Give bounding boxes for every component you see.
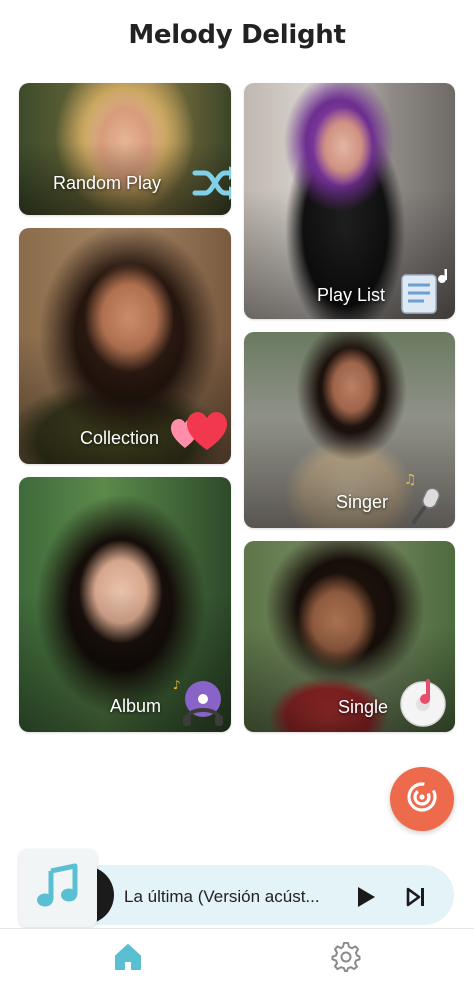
cd-headphones-icon: ♪ [171,675,227,732]
singer-label: Singer [336,492,389,512]
radar-icon [405,780,439,819]
play-button[interactable] [355,886,377,913]
nav-home-tab[interactable] [113,942,143,977]
app-title: Melody Delight [128,20,346,50]
playlist-doc-icon [398,269,452,319]
random-play-label: Random Play [53,173,162,193]
skip-next-icon [406,887,424,907]
radar-fab-button[interactable] [390,767,454,831]
microphone-icon: ♫ [404,470,446,528]
collection-card[interactable]: Collection [19,228,231,464]
album-label: Album [110,696,162,716]
bottom-nav [0,928,474,988]
svg-text:♪: ♪ [173,678,181,692]
singer-card[interactable]: Singer ♫ [244,332,455,528]
home-icon [115,944,141,970]
now-playing-artwork[interactable] [19,849,97,927]
gear-icon [331,941,361,973]
random-play-card[interactable]: Random Play [19,83,231,215]
nav-settings-tab[interactable] [331,941,361,977]
play-icon [358,887,375,907]
vinyl-disc-icon [398,677,448,732]
single-label: Single [338,697,389,717]
play-list-card[interactable]: Play List [244,83,455,319]
svg-text:♫: ♫ [404,472,417,488]
single-card[interactable]: Single [244,541,455,732]
play-list-label: Play List [317,285,386,305]
collection-label: Collection [80,428,160,448]
hearts-icon [171,410,227,457]
next-button[interactable] [405,886,427,913]
track-title[interactable]: La última (Versión acúst... [124,887,339,907]
music-note-icon [35,863,81,914]
shuffle-icon [191,163,231,208]
album-card[interactable]: Album ♪ [19,477,231,732]
